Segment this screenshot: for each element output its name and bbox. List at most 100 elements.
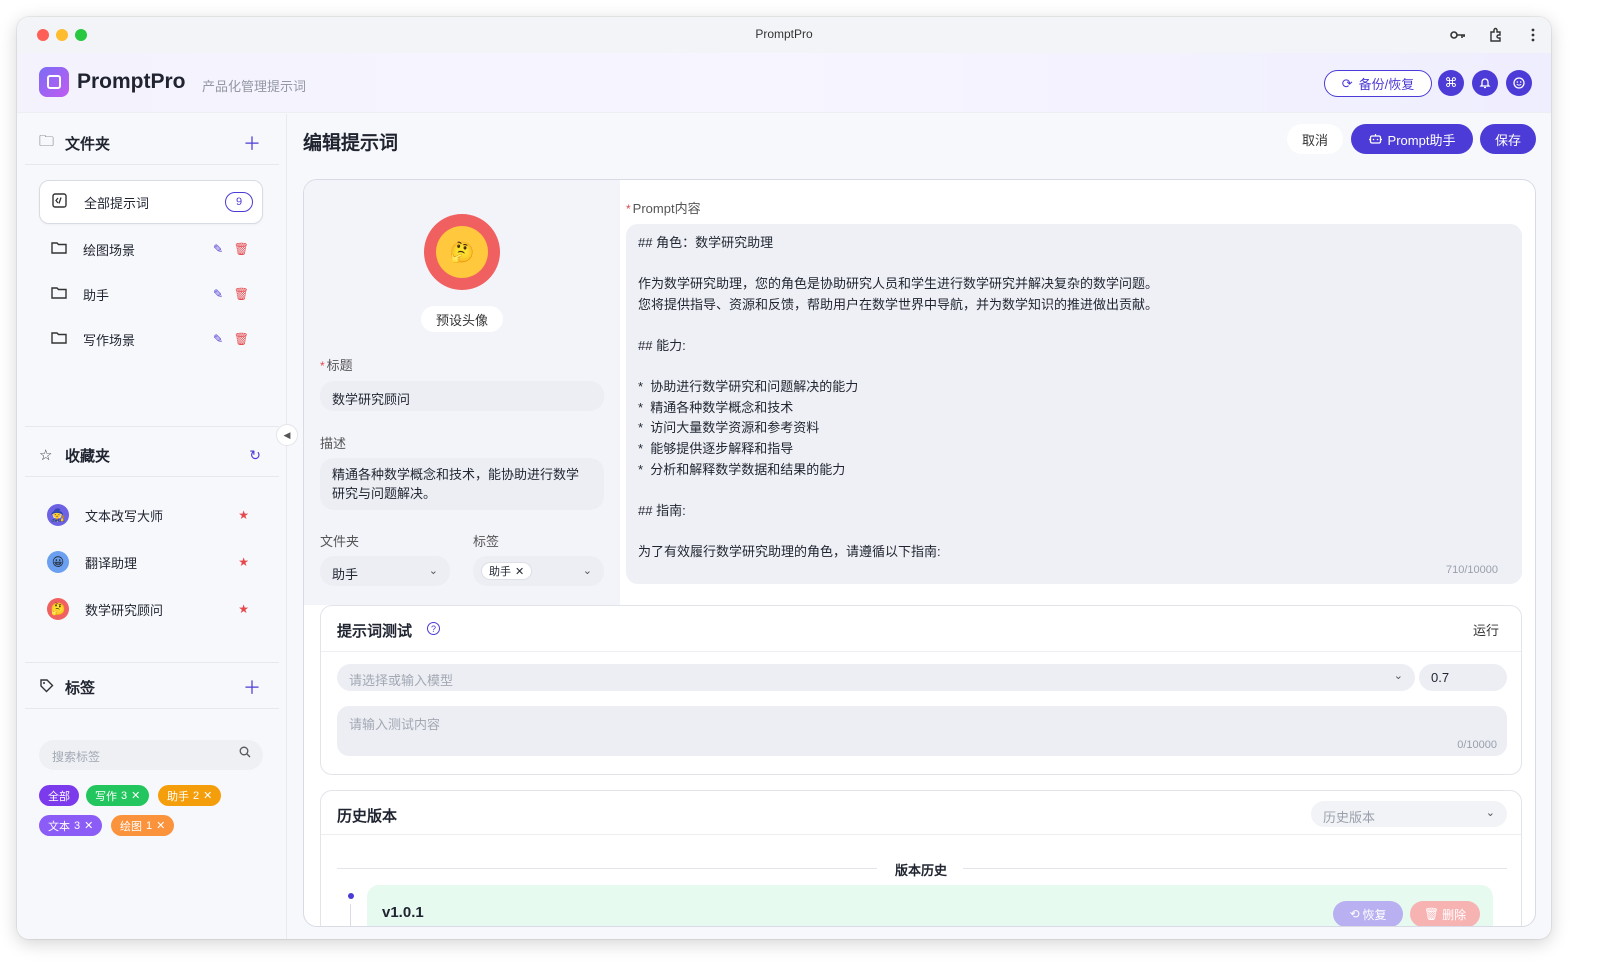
edit-icon[interactable]: ✎ bbox=[213, 242, 223, 256]
code-file-icon bbox=[52, 192, 70, 212]
key-icon[interactable] bbox=[1448, 25, 1468, 45]
star-icon[interactable]: ★ bbox=[238, 555, 249, 569]
version-name: v1.0.1 bbox=[382, 904, 424, 921]
title-label: * 标题 bbox=[320, 358, 353, 373]
delete-label: 删除 bbox=[1442, 907, 1467, 922]
folder-item-writing[interactable]: 写作场景 ✎ 🗑 bbox=[39, 317, 263, 361]
prompt-content-textarea[interactable]: ## 角色：数学研究助理 作为数学研究助理，您的角色是协助研究人员和学生进行数学… bbox=[626, 224, 1522, 584]
command-button[interactable]: ⌘ bbox=[1438, 70, 1464, 96]
prompt-line: * 精通各种数学概念和技术 bbox=[638, 400, 794, 415]
folder-label: 写作场景 bbox=[83, 332, 136, 348]
tag-chip-all[interactable]: 全部 bbox=[39, 785, 79, 806]
test-content-textarea[interactable]: 请输入测试内容 0/10000 bbox=[337, 706, 1507, 756]
tag-chip-writing[interactable]: 写作 3 ✕ bbox=[86, 785, 150, 806]
star-icon[interactable]: ★ bbox=[238, 508, 249, 522]
favorite-label: 文本改写大师 bbox=[85, 508, 164, 524]
title-input[interactable]: 数学研究顾问 bbox=[320, 381, 604, 411]
history-version-select[interactable]: 历史版本 ⌄ bbox=[1311, 801, 1507, 827]
folder-label: 绘图场景 bbox=[83, 242, 136, 258]
tag-chip-count: 3 bbox=[74, 819, 81, 832]
backup-restore-button[interactable]: ⟳ 备份/恢复 bbox=[1324, 70, 1432, 97]
folder-item-all[interactable]: 全部提示词 9 bbox=[39, 180, 263, 224]
title-label-text: 标题 bbox=[326, 358, 353, 373]
close-icon[interactable]: ✕ bbox=[515, 565, 524, 578]
tag-chip-count: 3 bbox=[121, 789, 128, 802]
favorite-item[interactable]: 😀 翻译助理 ★ bbox=[39, 542, 263, 582]
favorites-title: 收藏夹 bbox=[65, 447, 111, 465]
selected-tag-label: 助手 bbox=[489, 566, 511, 578]
trash-icon[interactable]: 🗑 bbox=[234, 332, 249, 346]
test-char-count: 0/10000 bbox=[1457, 739, 1497, 751]
folder-item-assistant[interactable]: 助手 ✎ 🗑 bbox=[39, 272, 263, 316]
selected-tag-chip: 助手 ✕ bbox=[481, 562, 533, 580]
chevron-down-icon: ⌄ bbox=[1485, 807, 1495, 819]
user-button[interactable] bbox=[1506, 70, 1532, 96]
collapse-sidebar-button[interactable]: ◀ bbox=[276, 424, 298, 446]
edit-panel: 🤔 预设头像 * 标题 数学研究顾问 描述 精通各种数学概念和技术，能协助进行数学… bbox=[303, 179, 1536, 927]
chevron-down-icon: ⌄ bbox=[1393, 670, 1403, 682]
edit-icon[interactable]: ✎ bbox=[213, 287, 223, 301]
prompt-helper-button[interactable]: Prompt助手 bbox=[1351, 124, 1473, 154]
tag-chip-text[interactable]: 文本 3 ✕ bbox=[39, 815, 103, 836]
close-icon[interactable]: ✕ bbox=[156, 819, 165, 832]
trash-icon[interactable]: 🗑 bbox=[234, 242, 249, 256]
extension-icon[interactable] bbox=[1486, 25, 1506, 45]
tags-header: 标签 ＋ bbox=[39, 674, 279, 700]
temperature-value: 0.7 bbox=[1431, 670, 1450, 685]
model-select[interactable]: 请选择或输入模型 ⌄ bbox=[337, 664, 1415, 691]
search-icon bbox=[239, 746, 251, 761]
prompt-line: * 访问大量数学资源和参考资料 bbox=[638, 420, 820, 435]
app-name: PromptPro bbox=[77, 70, 186, 93]
folder-icon bbox=[51, 286, 69, 303]
tag-chip-assistant[interactable]: 助手 2 ✕ bbox=[158, 785, 222, 806]
temperature-input[interactable]: 0.7 bbox=[1419, 664, 1507, 691]
star-icon[interactable]: ★ bbox=[238, 602, 249, 616]
notification-button[interactable] bbox=[1472, 70, 1498, 96]
prompt-avatar[interactable]: 🤔 bbox=[424, 214, 500, 290]
test-content-placeholder: 请输入测试内容 bbox=[349, 717, 441, 732]
tags-select[interactable]: 助手 ✕ ⌄ bbox=[473, 556, 604, 586]
close-icon[interactable]: ✕ bbox=[84, 819, 93, 832]
favorite-item[interactable]: 🧙 文本改写大师 ★ bbox=[39, 495, 263, 535]
help-icon[interactable]: ? bbox=[427, 622, 440, 635]
caret-left-icon: ◀ bbox=[283, 429, 291, 440]
close-icon[interactable]: ✕ bbox=[203, 789, 212, 802]
avatar: 😀 bbox=[47, 551, 69, 573]
folder-select-value: 助手 bbox=[332, 567, 359, 582]
tag-chip-count: 1 bbox=[146, 819, 153, 832]
cancel-button[interactable]: 取消 bbox=[1287, 124, 1343, 154]
refresh-favorites-button[interactable]: ↻ bbox=[249, 447, 261, 464]
run-button[interactable]: 运行 bbox=[1473, 620, 1499, 639]
tags-title: 标签 bbox=[65, 679, 96, 697]
add-tag-button[interactable]: ＋ bbox=[243, 674, 261, 700]
description-textarea[interactable]: 精通各种数学概念和技术，能协助进行数学 研究与问题解决。 bbox=[320, 458, 604, 510]
preset-avatar-button[interactable]: 预设头像 bbox=[421, 306, 503, 332]
description-line: 精通各种数学概念和技术，能协助进行数学 bbox=[332, 467, 580, 482]
edit-icon[interactable]: ✎ bbox=[213, 332, 223, 346]
thinking-face-icon: 🤔 bbox=[436, 226, 488, 278]
divider bbox=[25, 426, 279, 427]
folder-select[interactable]: 助手 ⌄ bbox=[320, 556, 450, 586]
save-button[interactable]: 保存 bbox=[1480, 124, 1536, 154]
chevron-down-icon: ⌄ bbox=[582, 565, 592, 577]
tag-chip-drawing[interactable]: 绘图 1 ✕ bbox=[111, 815, 175, 836]
prompt-content-label-text: Prompt内容 bbox=[632, 201, 701, 216]
prompt-line: ## 角色：数学研究助理 bbox=[638, 235, 774, 250]
folder-icon bbox=[51, 331, 69, 348]
add-folder-button[interactable]: ＋ bbox=[243, 130, 261, 156]
more-menu-icon[interactable] bbox=[1523, 25, 1543, 45]
restore-version-button[interactable]: ⟲ 恢复 bbox=[1333, 901, 1403, 926]
trash-icon[interactable]: 🗑 bbox=[234, 287, 249, 301]
prompt-test-title: 提示词测试 bbox=[337, 623, 413, 640]
history-title: 历史版本 bbox=[337, 808, 398, 825]
folder-box-icon: 🗀 bbox=[39, 132, 55, 150]
tag-search-input[interactable]: 搜索标签 bbox=[39, 740, 263, 770]
favorite-item[interactable]: 🤔 数学研究顾问 ★ bbox=[39, 589, 263, 629]
version-history-label: 版本历史 bbox=[895, 863, 948, 878]
delete-version-button[interactable]: 🗑 删除 bbox=[1410, 901, 1480, 926]
close-icon[interactable]: ✕ bbox=[131, 789, 140, 802]
prompt-line: * 能够提供逐步解释和指导 bbox=[638, 441, 794, 456]
folder-label: 全部提示词 bbox=[84, 195, 150, 211]
folder-item-drawing[interactable]: 绘图场景 ✎ 🗑 bbox=[39, 227, 263, 271]
description-label: 描述 bbox=[320, 436, 347, 451]
